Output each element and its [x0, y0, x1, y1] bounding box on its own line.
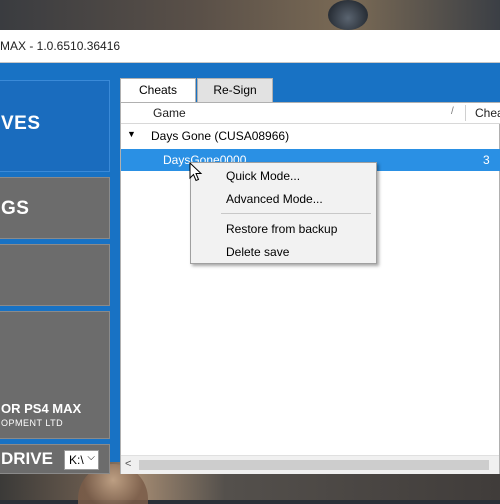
company-name: OPMENT LTD [1, 418, 64, 428]
expand-arrow-icon[interactable]: ▼ [127, 129, 136, 139]
drive-value: K:\ [69, 453, 84, 467]
title-bar[interactable]: MAX - 1.0.6510.36416 [0, 30, 500, 63]
product-name: OR PS4 MAX [1, 401, 82, 416]
horizontal-scrollbar[interactable]: < [121, 455, 499, 474]
nav-tile-settings[interactable]: GS [0, 177, 110, 239]
column-divider[interactable] [465, 105, 466, 121]
drive-label: DRIVE [1, 449, 53, 468]
column-header-cheats[interactable]: Chea [475, 106, 500, 120]
drive-select[interactable]: K:\ ⌵ [64, 450, 99, 470]
menu-item-label: Quick Mode... [226, 169, 301, 183]
chevron-down-icon: ⌵ [87, 452, 95, 463]
menu-item-advanced-mode[interactable]: Advanced Mode... [191, 189, 376, 209]
menu-item-label: Restore from backup [226, 222, 338, 236]
menu-item-delete-save[interactable]: Delete save [191, 242, 376, 262]
nav-tile-saves[interactable]: VES [0, 80, 110, 172]
game-title: Days Gone (CUSA08966) [151, 129, 290, 143]
nav-tile-about[interactable]: OR PS4 MAX OPMENT LTD [0, 311, 110, 439]
wallpaper-robot-graphic [328, 0, 368, 30]
column-header-game[interactable]: Game [153, 106, 186, 120]
scrollbar-thumb[interactable] [139, 460, 489, 470]
grid-header: Game / Chea [121, 103, 500, 124]
save-cheat-count: 3 [483, 153, 490, 167]
nav-settings-label: GS [1, 198, 30, 219]
window-title: MAX - 1.0.6510.36416 [0, 39, 121, 53]
menu-item-quick-mode[interactable]: Quick Mode... [191, 166, 376, 186]
menu-item-label: Advanced Mode... [226, 192, 323, 206]
menu-item-label: Delete save [226, 245, 290, 259]
nav-saves-label: VES [1, 113, 41, 134]
tab-cheats[interactable]: Cheats [120, 78, 196, 102]
menu-item-restore-backup[interactable]: Restore from backup [191, 219, 376, 239]
nav-tile-empty[interactable] [0, 244, 110, 306]
tree-row-game[interactable]: ▼ Days Gone (CUSA08966) [121, 125, 500, 147]
tab-re-sign[interactable]: Re-Sign [197, 78, 273, 102]
sort-indicator-icon: / [451, 106, 454, 117]
scroll-left-icon[interactable]: < [125, 458, 131, 470]
context-menu: Quick Mode... Advanced Mode... Restore f… [190, 162, 377, 264]
drive-row: DRIVE K:\ ⌵ [0, 444, 110, 474]
mouse-cursor-icon [189, 162, 203, 182]
menu-separator [221, 213, 371, 214]
saves-grid-panel: Game / Chea ▼ Days Gone (CUSA08966) Days… [120, 102, 500, 474]
desktop-wallpaper-top [0, 0, 500, 30]
